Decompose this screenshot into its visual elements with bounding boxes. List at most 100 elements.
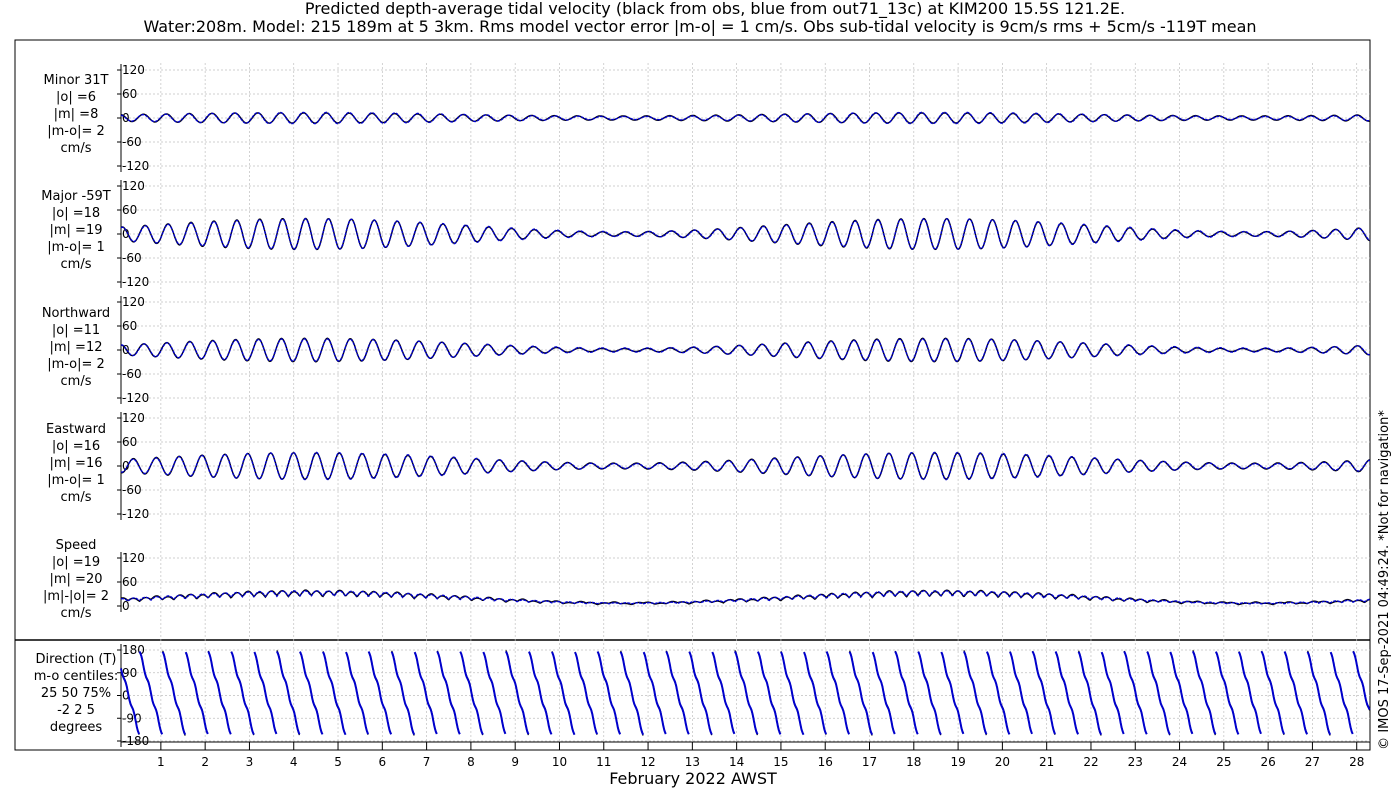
y-tick-label: 60 bbox=[122, 203, 137, 217]
x-tick-label: 19 bbox=[950, 755, 965, 769]
direction-model-line bbox=[253, 651, 278, 735]
direction-model-line bbox=[688, 651, 713, 735]
direction-model-line bbox=[894, 650, 919, 735]
direction-model-line bbox=[1329, 651, 1354, 735]
direction-model-line bbox=[322, 651, 347, 736]
panel-label-line: -2 2 5 bbox=[57, 703, 95, 718]
direction-model-line bbox=[1306, 651, 1332, 736]
panel-label-line: cm/s bbox=[61, 141, 92, 156]
x-tick-label: 24 bbox=[1172, 755, 1187, 769]
y-tick-label: -60 bbox=[122, 251, 142, 265]
panel-label-line: Major -59T bbox=[41, 189, 110, 204]
direction-model-line bbox=[1100, 651, 1125, 735]
panel-label-line: |o| =11 bbox=[52, 323, 100, 338]
x-tick-label: 12 bbox=[640, 755, 655, 769]
direction-model-line bbox=[596, 651, 622, 735]
direction-model-line bbox=[848, 651, 874, 736]
y-tick-label: 60 bbox=[122, 319, 137, 333]
direction-model-line bbox=[184, 651, 209, 735]
y-tick-label: -90 bbox=[122, 711, 142, 725]
y-tick-label: 60 bbox=[122, 87, 137, 101]
direction-model-line bbox=[1283, 651, 1309, 735]
direction-model-line bbox=[138, 651, 164, 735]
direction-model-line bbox=[871, 651, 896, 735]
x-tick-label: 28 bbox=[1349, 755, 1364, 769]
x-tick-label: 9 bbox=[511, 755, 519, 769]
direction-model-line bbox=[1191, 650, 1217, 735]
y-tick-label: 120 bbox=[122, 551, 145, 565]
direction-model-line bbox=[161, 651, 187, 736]
x-tick-label: 14 bbox=[729, 755, 744, 769]
y-tick-label: -120 bbox=[122, 391, 149, 405]
direction-model-line bbox=[1009, 651, 1033, 735]
direction-model-line bbox=[390, 651, 416, 736]
panel-label-line: |m| =12 bbox=[50, 340, 103, 355]
direction-model-line bbox=[459, 651, 484, 735]
y-tick-label: 120 bbox=[122, 295, 145, 309]
panel-label-line: |m-o|= 2 bbox=[47, 357, 105, 372]
y-tick-label: 0 bbox=[122, 599, 130, 613]
direction-model-line bbox=[985, 651, 1011, 735]
x-tick-label: 10 bbox=[552, 755, 567, 769]
direction-model-line bbox=[276, 650, 301, 735]
x-tick-label: 23 bbox=[1128, 755, 1143, 769]
direction-model-line bbox=[1054, 651, 1080, 735]
x-tick-label: 11 bbox=[596, 755, 611, 769]
panel-label-line: cm/s bbox=[61, 257, 92, 272]
x-tick-label: 21 bbox=[1039, 755, 1054, 769]
y-tick-label: 60 bbox=[122, 435, 137, 449]
panel-label-line: cm/s bbox=[61, 606, 92, 621]
x-tick-label: 13 bbox=[685, 755, 700, 769]
direction-model-line bbox=[299, 651, 324, 735]
panel-label-line: |m-o|= 1 bbox=[47, 473, 105, 488]
y-tick-label: -120 bbox=[122, 507, 149, 521]
tidal-velocity-figure: 1 2 3 4 5 6 7 8 9 10 11 12 13 14 15 16 17 18 19 20 21 22 23 24 2… bbox=[14, 39, 1392, 788]
direction-model-line bbox=[734, 650, 759, 735]
direction-model-line bbox=[1260, 650, 1285, 735]
direction-model-line bbox=[665, 650, 690, 735]
direction-model-line bbox=[574, 651, 599, 735]
panel-label-line: |m| =20 bbox=[50, 572, 103, 587]
x-axis-label: February 2022 AWST bbox=[609, 769, 777, 788]
panel-label-line: Eastward bbox=[46, 422, 106, 437]
direction-model-line bbox=[1352, 650, 1371, 711]
copyright-watermark: © IMOS 17-Sep-2021 04:49:24. *Not for na… bbox=[1377, 410, 1392, 750]
panel-label-line: |o| =6 bbox=[56, 90, 96, 105]
direction-model-line bbox=[963, 650, 988, 735]
x-tick-label: 16 bbox=[818, 755, 833, 769]
direction-model-line bbox=[551, 651, 576, 736]
direction-model-line bbox=[436, 650, 461, 735]
panel-label-line: Speed bbox=[56, 538, 97, 553]
x-tick-label: 6 bbox=[378, 755, 386, 769]
panel-label-line: |m| =8 bbox=[54, 107, 99, 122]
y-tick-label: -60 bbox=[122, 135, 142, 149]
direction-model-line bbox=[642, 651, 667, 735]
panel-label-line: |o| =18 bbox=[52, 206, 100, 221]
y-tick-label: 120 bbox=[122, 411, 145, 425]
y-tick-label: -180 bbox=[122, 734, 149, 748]
panel-label-line: |m-o|= 2 bbox=[47, 124, 105, 139]
direction-model-line bbox=[1169, 651, 1194, 735]
direction-model-line bbox=[940, 651, 965, 735]
panel-label-line: |m| =19 bbox=[50, 223, 103, 238]
direction-model-line bbox=[825, 651, 851, 735]
x-tick-label: 3 bbox=[246, 755, 254, 769]
x-tick-label: 26 bbox=[1260, 755, 1275, 769]
panel-label-line: 25 50 75% bbox=[41, 686, 111, 701]
y-tick-label: 120 bbox=[122, 63, 145, 77]
direction-model-line bbox=[619, 651, 645, 736]
x-tick-label: 17 bbox=[862, 755, 877, 769]
x-tick-label: 27 bbox=[1305, 755, 1320, 769]
direction-model-line bbox=[1031, 650, 1056, 735]
panel-label-line: Direction (T) bbox=[36, 652, 117, 667]
panel-label-line: cm/s bbox=[61, 490, 92, 505]
x-tick-label: 8 bbox=[467, 755, 475, 769]
panel-label-line: |m-o|= 1 bbox=[47, 240, 105, 255]
direction-model-line bbox=[917, 651, 942, 735]
direction-model-line bbox=[505, 650, 530, 735]
y-tick-label: -60 bbox=[122, 367, 142, 381]
panel-label-line: m-o centiles: bbox=[34, 669, 119, 684]
direction-model-line bbox=[780, 651, 805, 736]
y-tick-label: 60 bbox=[122, 575, 137, 589]
x-tick-label: 22 bbox=[1083, 755, 1098, 769]
